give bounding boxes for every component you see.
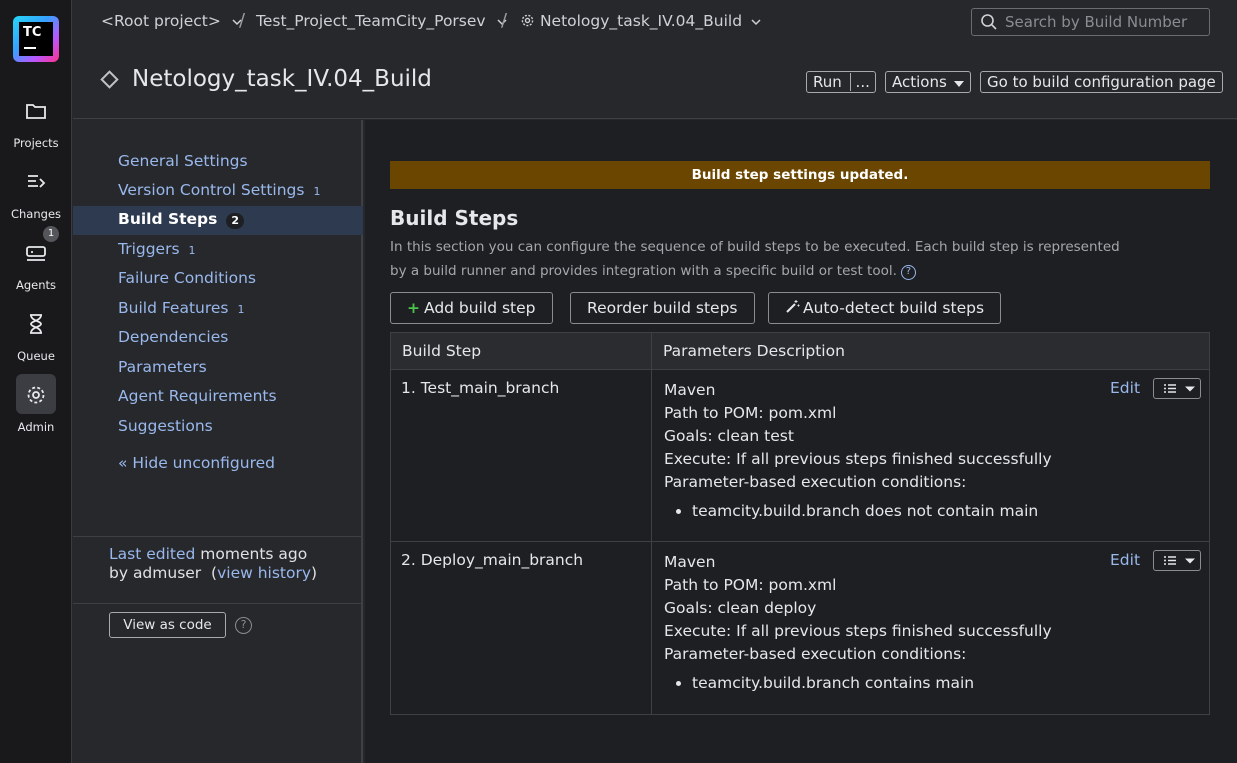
auto-detect-build-steps-button[interactable]: Auto-detect build steps [768, 292, 1002, 324]
magic-wand-icon [786, 300, 800, 313]
step-parameters: Maven Path to POM: pom.xml Goals: clean … [664, 551, 1052, 695]
sidebar-item-agent-requirements[interactable]: Agent Requirements [73, 383, 363, 412]
breadcrumb-config[interactable]: Netology_task_IV.04_Build [520, 12, 761, 30]
settings-sidebar: General Settings Version Control Setting… [73, 120, 363, 763]
sidebar-item-suggestions[interactable]: Suggestions [73, 413, 363, 442]
last-edited-link[interactable]: Last edited [109, 545, 195, 563]
rail-item-changes[interactable]: Changes [0, 161, 72, 221]
condition-item: teamcity.build.branch does not contain m… [692, 500, 1052, 523]
divider [73, 536, 363, 537]
rail-item-admin[interactable]: Admin [0, 374, 72, 434]
breadcrumb-project[interactable]: Test_Project_TeamCity_Porsev [256, 12, 507, 30]
table-row[interactable]: 1. Test_main_branch Maven Path to POM: p… [391, 370, 1209, 542]
breadcrumb-separator: / [239, 10, 246, 31]
caret-down-icon [953, 81, 964, 87]
search-placeholder: Search by Build Number [1005, 13, 1188, 31]
success-message: Build step settings updated. [390, 161, 1210, 189]
count-badge: 1 [313, 185, 321, 198]
count-badge: 1 [237, 303, 245, 316]
go-to-build-config-button[interactable]: Go to build configuration page [980, 71, 1223, 93]
teamcity-logo[interactable]: TC [13, 16, 59, 62]
search-icon [980, 13, 998, 35]
add-build-step-button[interactable]: + Add build step [390, 292, 553, 324]
reorder-build-steps-button[interactable]: Reorder build steps [570, 292, 755, 324]
run-options-button[interactable]: ... [849, 73, 875, 91]
sidebar-item-dependencies[interactable]: Dependencies [73, 324, 363, 353]
step-parameters: Maven Path to POM: pom.xml Goals: clean … [664, 379, 1052, 523]
page-title: Netology_task_IV.04_Build [132, 66, 432, 92]
plus-icon: + [407, 299, 420, 317]
step-actions-menu-button[interactable] [1153, 378, 1201, 399]
sidebar-item-failure-conditions[interactable]: Failure Conditions [73, 265, 363, 294]
section-description: In this section you can configure the se… [390, 239, 1120, 280]
actions-button[interactable]: Actions [885, 71, 971, 93]
sidebar-item-parameters[interactable]: Parameters [73, 354, 363, 383]
folder-icon [16, 90, 56, 130]
sidebar-item-triggers[interactable]: Triggers 1 [73, 236, 363, 265]
breadcrumb-separator: / [501, 10, 508, 31]
count-badge: 2 [226, 213, 245, 229]
help-icon[interactable]: ? [900, 265, 916, 280]
edit-step-link[interactable]: Edit [1110, 379, 1140, 397]
condition-item: teamcity.build.branch contains main [692, 672, 1052, 695]
chevron-down-icon [751, 19, 761, 26]
sidebar-item-general-settings[interactable]: General Settings [73, 148, 363, 177]
column-header-parameters: Parameters Description [663, 342, 845, 360]
rail-item-agents[interactable]: 1 Agents [0, 226, 72, 292]
hide-unconfigured-link[interactable]: « Hide unconfigured [118, 454, 275, 472]
sidebar-item-build-steps[interactable]: Build Steps 2 [73, 206, 363, 235]
view-as-code-button[interactable]: View as code [109, 612, 226, 638]
step-name[interactable]: 1. Test_main_branch [401, 379, 559, 397]
table-header: Build Step Parameters Description [391, 333, 1209, 370]
list-menu-icon [1164, 556, 1195, 565]
rail-item-projects[interactable]: Projects [0, 90, 72, 150]
breadcrumb-root[interactable]: <Root project> [101, 12, 242, 30]
list-menu-icon [1164, 384, 1195, 393]
changes-icon [16, 161, 56, 201]
column-header-build-step: Build Step [402, 342, 482, 360]
step-actions-menu-button[interactable] [1153, 550, 1201, 571]
rail-item-queue[interactable]: Queue [0, 303, 72, 363]
main-navigation-rail: TC Projects Changes 1 Agents Queue Admin [0, 0, 72, 763]
main-content: Build step settings updated. Build Steps… [365, 120, 1237, 763]
divider [73, 603, 363, 604]
run-button[interactable]: Run ... [806, 71, 876, 93]
edit-step-link[interactable]: Edit [1110, 551, 1140, 569]
section-title: Build Steps [390, 206, 519, 230]
table-row[interactable]: 2. Deploy_main_branch Maven Path to POM:… [391, 542, 1209, 714]
view-history-link[interactable]: view history [217, 564, 311, 582]
step-name[interactable]: 2. Deploy_main_branch [401, 551, 583, 569]
hourglass-icon [16, 303, 56, 343]
top-bar: <Root project> / Test_Project_TeamCity_P… [73, 0, 1237, 44]
gear-icon [521, 14, 534, 27]
search-input[interactable]: Search by Build Number [971, 8, 1210, 36]
help-icon[interactable]: ? [235, 617, 252, 634]
sidebar-item-version-control[interactable]: Version Control Settings 1 [73, 177, 363, 206]
last-edited-info: Last edited moments ago by admuser (view… [109, 545, 318, 582]
agents-count-badge: 1 [43, 226, 59, 242]
sidebar-item-build-features[interactable]: Build Features 1 [73, 295, 363, 324]
count-badge: 1 [188, 244, 196, 257]
page-header: Netology_task_IV.04_Build Run ... Action… [73, 44, 1237, 119]
diamond-icon [100, 70, 119, 89]
gear-icon [16, 374, 56, 414]
build-steps-table: Build Step Parameters Description 1. Tes… [390, 332, 1210, 715]
